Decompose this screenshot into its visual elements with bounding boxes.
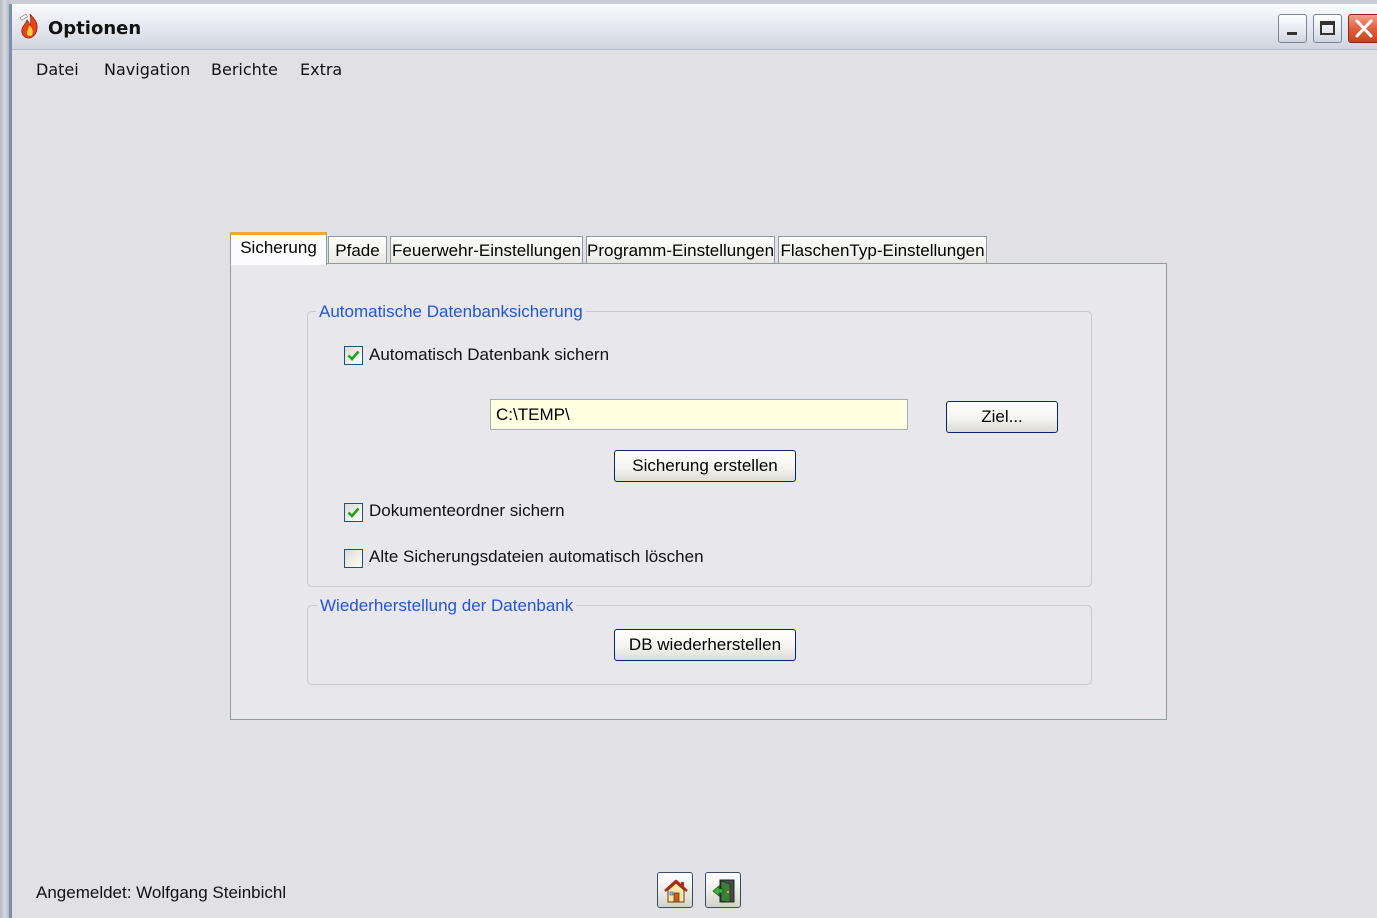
home-button[interactable] <box>657 872 693 908</box>
delete-old-backups-checkbox[interactable] <box>344 549 363 568</box>
backup-target-path-field[interactable] <box>490 399 908 430</box>
checkmark-icon <box>347 507 360 518</box>
delete-old-backups-label: Alte Sicherungsdateien automatisch lösch… <box>369 547 704 566</box>
home-icon <box>664 879 688 903</box>
documents-backup-label: Dokumenteordner sichern <box>369 501 565 520</box>
exit-door-icon <box>712 879 735 903</box>
flame-app-icon <box>19 13 38 39</box>
desktop-edge <box>0 0 9 918</box>
menu-bar: Datei Navigation Berichte Extra <box>12 50 1377 86</box>
tab-sicherung[interactable]: Sicherung <box>230 232 327 265</box>
minimize-button[interactable] <box>1278 14 1307 43</box>
tab-pfade[interactable]: Pfade <box>328 236 387 264</box>
close-button[interactable] <box>1348 14 1377 43</box>
target-browse-button[interactable]: Ziel... <box>946 401 1058 433</box>
tab-feuerwehr-einstellungen[interactable]: Feuerwehr-Einstellungen <box>390 236 583 264</box>
close-icon <box>1355 19 1373 38</box>
auto-backup-label: Automatisch Datenbank sichern <box>369 345 610 364</box>
maximize-button[interactable] <box>1313 14 1342 43</box>
menu-item-berichte[interactable]: Berichte <box>211 60 278 79</box>
checkmark-icon <box>347 350 360 361</box>
create-backup-button[interactable]: Sicherung erstellen <box>614 450 796 482</box>
menu-item-extra[interactable]: Extra <box>300 60 342 79</box>
window-title: Optionen <box>48 18 142 39</box>
maximize-icon <box>1320 21 1335 35</box>
tab-programm-einstellungen[interactable]: Programm-Einstellungen <box>586 236 775 264</box>
menu-item-datei[interactable]: Datei <box>36 60 79 79</box>
tab-flaschentyp-einstellungen[interactable]: FlaschenTyp-Einstellungen <box>778 236 987 264</box>
title-bar[interactable]: Optionen <box>12 4 1377 50</box>
logged-in-status: Angemeldet: Wolfgang Steinbichl <box>36 883 287 902</box>
exit-button[interactable] <box>705 872 741 908</box>
backup-group-title: Automatische Datenbanksicherung <box>316 302 586 322</box>
restore-db-button[interactable]: DB wiederherstellen <box>614 629 796 661</box>
documents-backup-checkbox[interactable] <box>344 503 363 522</box>
auto-backup-checkbox[interactable] <box>344 346 363 365</box>
restore-group-title: Wiederherstellung der Datenbank <box>317 596 577 616</box>
tab-panel-sicherung: Automatische Datenbanksicherung Automati… <box>230 263 1167 720</box>
minimize-icon <box>1287 32 1297 35</box>
menu-item-navigation[interactable]: Navigation <box>104 60 190 79</box>
